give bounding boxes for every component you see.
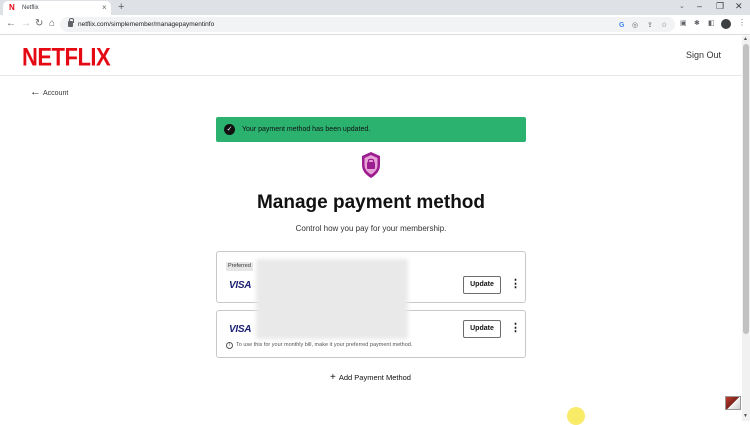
profile-avatar[interactable]: [721, 19, 731, 29]
address-bar[interactable]: netflix.com/simplemember/managepaymentin…: [60, 17, 675, 32]
banner-message: Your payment method has been updated.: [242, 126, 371, 133]
page-scrollbar[interactable]: ▲ ▼: [742, 36, 750, 421]
netflix-favicon-icon: N: [9, 3, 15, 12]
redacted-card-details: [256, 259, 408, 339]
plus-icon: +: [330, 372, 336, 383]
check-circle-icon: ✓: [224, 124, 235, 135]
tab-search-icon[interactable]: ⌄: [679, 2, 685, 10]
corner-thumbnail-image: [725, 396, 741, 410]
back-icon[interactable]: ←: [6, 18, 16, 30]
scroll-down-icon[interactable]: ▼: [743, 413, 748, 419]
site-header: NETFLIX Sign Out: [0, 36, 742, 76]
info-icon: i: [226, 342, 233, 349]
google-translate-icon[interactable]: G: [619, 21, 624, 30]
netflix-logo[interactable]: NETFLIX: [22, 44, 111, 70]
visa-logo: VISA: [229, 280, 252, 291]
bookmark-star-icon[interactable]: ☆: [661, 21, 667, 30]
add-payment-method-button[interactable]: + Add Payment Method: [330, 373, 411, 383]
arrow-left-icon[interactable]: ←: [30, 86, 41, 98]
browser-toolbar: ← → ↻ ⌂ netflix.com/simplemember/managep…: [0, 15, 750, 35]
tab-title: Netflix: [22, 5, 39, 11]
url-text: netflix.com/simplemember/managepaymentin…: [78, 21, 215, 28]
browser-tab-netflix[interactable]: N Netflix ×: [3, 1, 111, 15]
chrome-menu-icon[interactable]: ⋮: [738, 18, 746, 28]
preferred-badge: Preferred: [226, 262, 253, 271]
account-back-link[interactable]: Account: [43, 89, 68, 98]
preferred-hint-text: To use this for your monthly bill, make …: [236, 342, 413, 348]
sign-out-link[interactable]: Sign Out: [686, 50, 721, 61]
visa-logo: VISA: [229, 324, 252, 335]
payment-shield-icon: [362, 152, 380, 178]
update-button[interactable]: Update: [463, 320, 501, 338]
tab-close-icon[interactable]: ×: [102, 3, 107, 12]
scroll-up-icon[interactable]: ▲: [743, 36, 748, 42]
close-window-icon[interactable]: ✕: [735, 1, 743, 12]
cursor-highlight: [567, 407, 585, 425]
new-tab-icon[interactable]: +: [118, 1, 124, 13]
minimize-icon[interactable]: ‒: [697, 1, 702, 12]
browser-tabstrip: N Netflix × + ⌄ ‒ ❐ ✕: [0, 0, 750, 15]
side-panel-icon[interactable]: ◧: [708, 19, 715, 28]
more-options-icon[interactable]: ⋮: [510, 323, 521, 334]
forward-icon[interactable]: →: [21, 18, 31, 30]
more-options-icon[interactable]: ⋮: [510, 279, 521, 290]
extensions-icon[interactable]: ✱: [694, 19, 700, 28]
add-payment-method-label: Add Payment Method: [338, 373, 411, 382]
home-icon[interactable]: ⌂: [49, 18, 55, 30]
page-subtitle: Control how you pay for your membership.: [295, 224, 447, 233]
page-title: Manage payment method: [256, 192, 486, 213]
scrollbar-thumb[interactable]: [743, 44, 749, 334]
success-banner: ✓ Your payment method has been updated.: [216, 117, 526, 142]
restore-icon[interactable]: ❐: [716, 1, 724, 12]
lock-icon: [68, 18, 74, 27]
camera-icon[interactable]: ▣: [680, 19, 687, 28]
reload-icon[interactable]: ↻: [35, 18, 43, 30]
update-button[interactable]: Update: [463, 276, 501, 294]
eye-off-icon[interactable]: ◎: [632, 21, 638, 30]
share-icon[interactable]: ⇪: [647, 21, 653, 30]
